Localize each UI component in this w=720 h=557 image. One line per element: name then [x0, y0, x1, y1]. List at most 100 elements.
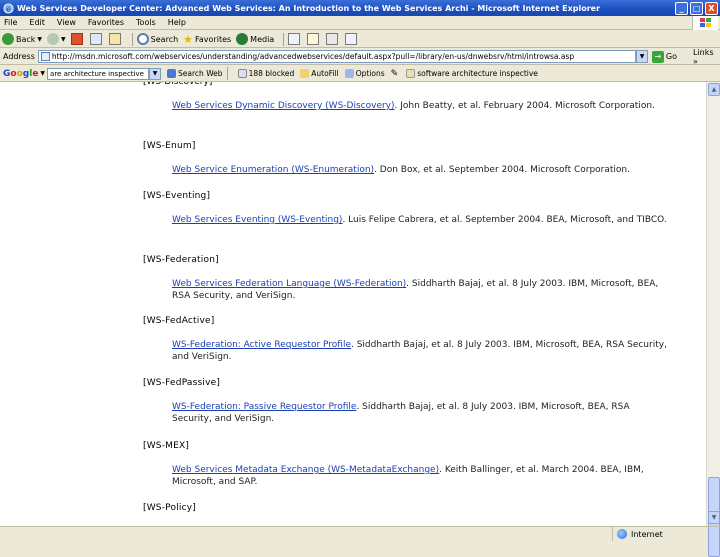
address-input[interactable]: http://msdn.microsoft.com/webservices/un…: [37, 50, 637, 63]
reference-tag: [WS-MEX]: [143, 441, 190, 451]
standard-toolbar: Back ▼ ▼ Search ★ Favorites Media: [0, 31, 720, 48]
maximize-button[interactable]: □: [690, 1, 703, 15]
reference-entry-enum: Web Service Enumeration (WS-Enumeration)…: [172, 164, 672, 176]
reference-text: . John Beatty, et al. February 2004. Mic…: [394, 101, 655, 111]
chevron-down-icon: ▼: [61, 35, 66, 43]
search-icon: [136, 33, 149, 45]
reference-link[interactable]: Web Services Federation Language (WS-Fed…: [172, 279, 406, 289]
go-button[interactable]: → Go: [651, 50, 677, 63]
autofill-label: AutoFill: [311, 69, 339, 78]
refresh-icon: [89, 33, 102, 45]
reference-link[interactable]: WS-Federation: Passive Requestor Profile: [172, 402, 356, 412]
chevron-down-icon[interactable]: ▼: [40, 70, 45, 77]
menu-help[interactable]: Help: [168, 18, 186, 27]
search-button[interactable]: Search: [136, 33, 179, 45]
menu-file[interactable]: File: [4, 18, 17, 27]
window-title: Web Services Developer Center: Advanced …: [17, 3, 601, 13]
reference-tag: [WS-Policy]: [143, 503, 196, 513]
menu-tools[interactable]: Tools: [136, 18, 156, 27]
google-query-dropdown[interactable]: ▼: [149, 67, 162, 80]
favorites-button[interactable]: ★ Favorites: [183, 33, 231, 46]
address-dropdown-button[interactable]: ▼: [636, 50, 648, 63]
reference-entry-fedactive: WS-Federation: Active Requestor Profile.…: [172, 339, 672, 363]
google-logo[interactable]: Google: [3, 69, 38, 79]
reference-tag: [WS-Federation]: [143, 255, 219, 265]
toolbar-separator: [131, 32, 133, 46]
search-term-label: software architecture inspective: [417, 69, 538, 78]
reference-link[interactable]: Web Service Enumeration (WS-Enumeration): [172, 165, 374, 175]
reference-link[interactable]: Web Services Metadata Exchange (WS-Metad…: [172, 465, 439, 475]
stop-button[interactable]: [70, 33, 85, 45]
highlight-button[interactable]: ✎: [391, 69, 401, 79]
favorites-label: Favorites: [195, 34, 232, 44]
toolbar-separator: [226, 67, 228, 80]
media-button[interactable]: Media: [236, 33, 274, 45]
reference-entry-discovery: Web Services Dynamic Discovery (WS-Disco…: [172, 100, 672, 112]
edit-icon: [345, 33, 358, 45]
autofill-button[interactable]: AutoFill: [300, 69, 339, 78]
previous-entry-tag-cutoff: [WS-Discovery]: [143, 82, 243, 86]
svg-text:e: e: [6, 4, 11, 13]
google-search-input[interactable]: are architecture inspective: [47, 67, 150, 80]
page-icon: [40, 52, 50, 61]
zone-label: Internet: [631, 529, 663, 539]
reference-tag: [WS-Enum]: [143, 141, 196, 151]
search-web-icon: [167, 69, 177, 78]
back-label: Back: [16, 34, 36, 44]
history-button[interactable]: [288, 33, 302, 45]
reference-entry-federation: Web Services Federation Language (WS-Fed…: [172, 278, 672, 302]
options-label: Options: [355, 69, 385, 78]
security-zone: Internet: [612, 527, 663, 541]
refresh-button[interactable]: [89, 33, 104, 45]
vertical-scrollbar[interactable]: ▲ ▼: [706, 82, 720, 557]
chevron-up-icon: ▲: [711, 86, 717, 93]
menu-view[interactable]: View: [57, 18, 76, 27]
menu-bar: File Edit View Favorites Tools Help: [0, 16, 720, 30]
popup-blocker-button[interactable]: 188 blocked: [237, 69, 294, 78]
popup-blocked-icon: [237, 69, 247, 78]
scroll-up-button[interactable]: ▲: [708, 83, 720, 96]
reference-link[interactable]: Web Services Eventing (WS-Eventing): [172, 215, 342, 225]
print-button[interactable]: [326, 33, 340, 45]
back-button[interactable]: Back ▼: [2, 33, 42, 45]
forward-button[interactable]: ▼: [47, 33, 66, 45]
home-icon: [108, 33, 121, 45]
address-label: Address: [3, 52, 35, 61]
window-titlebar: e Web Services Developer Center: Advance…: [0, 0, 720, 16]
search-web-label: Search Web: [178, 69, 223, 78]
options-button[interactable]: Options: [344, 69, 385, 78]
google-toolbar: Google ▼ are architecture inspective ▼ S…: [0, 66, 720, 82]
search-term-icon: [406, 69, 416, 78]
toolbar-separator: [283, 32, 285, 46]
search-label: Search: [150, 34, 179, 44]
reference-tag: [WS-FedPassive]: [143, 378, 221, 388]
minimize-button[interactable]: _: [675, 1, 688, 15]
go-label: Go: [665, 52, 677, 61]
menu-edit[interactable]: Edit: [29, 18, 45, 27]
status-bar: Internet: [0, 526, 720, 541]
reference-tag: [WS-FedActive]: [143, 316, 215, 326]
reference-text: . Don Box, et al. September 2004. Micros…: [374, 165, 630, 175]
reference-link[interactable]: Web Services Dynamic Discovery (WS-Disco…: [172, 101, 395, 111]
search-web-button[interactable]: Search Web: [167, 69, 223, 78]
reference-tag: [WS-Eventing]: [143, 191, 211, 201]
reference-entry-mex: Web Services Metadata Exchange (WS-Metad…: [172, 464, 672, 488]
autofill-icon: [300, 69, 310, 78]
home-button[interactable]: [108, 33, 123, 45]
close-button[interactable]: X: [705, 1, 718, 15]
page-content: [WS-Discovery] Web Services Dynamic Disc…: [0, 82, 706, 526]
edit-button[interactable]: [345, 33, 359, 45]
reference-entry-fedpassive: WS-Federation: Passive Requestor Profile…: [172, 401, 672, 425]
forward-arrow-icon: [47, 33, 60, 45]
media-label: Media: [250, 34, 275, 44]
mail-icon: [307, 33, 320, 45]
search-term-button[interactable]: software architecture inspective: [406, 69, 538, 78]
mail-button[interactable]: [307, 33, 321, 45]
go-arrow-icon: →: [651, 50, 664, 63]
menu-favorites[interactable]: Favorites: [88, 18, 124, 27]
links-button[interactable]: Links »: [693, 48, 720, 66]
scroll-down-button[interactable]: ▼: [708, 511, 720, 524]
reference-link[interactable]: WS-Federation: Active Requestor Profile: [172, 340, 351, 350]
address-url: http://msdn.microsoft.com/webservices/un…: [51, 52, 575, 61]
highlighter-icon: ✎: [390, 68, 399, 79]
